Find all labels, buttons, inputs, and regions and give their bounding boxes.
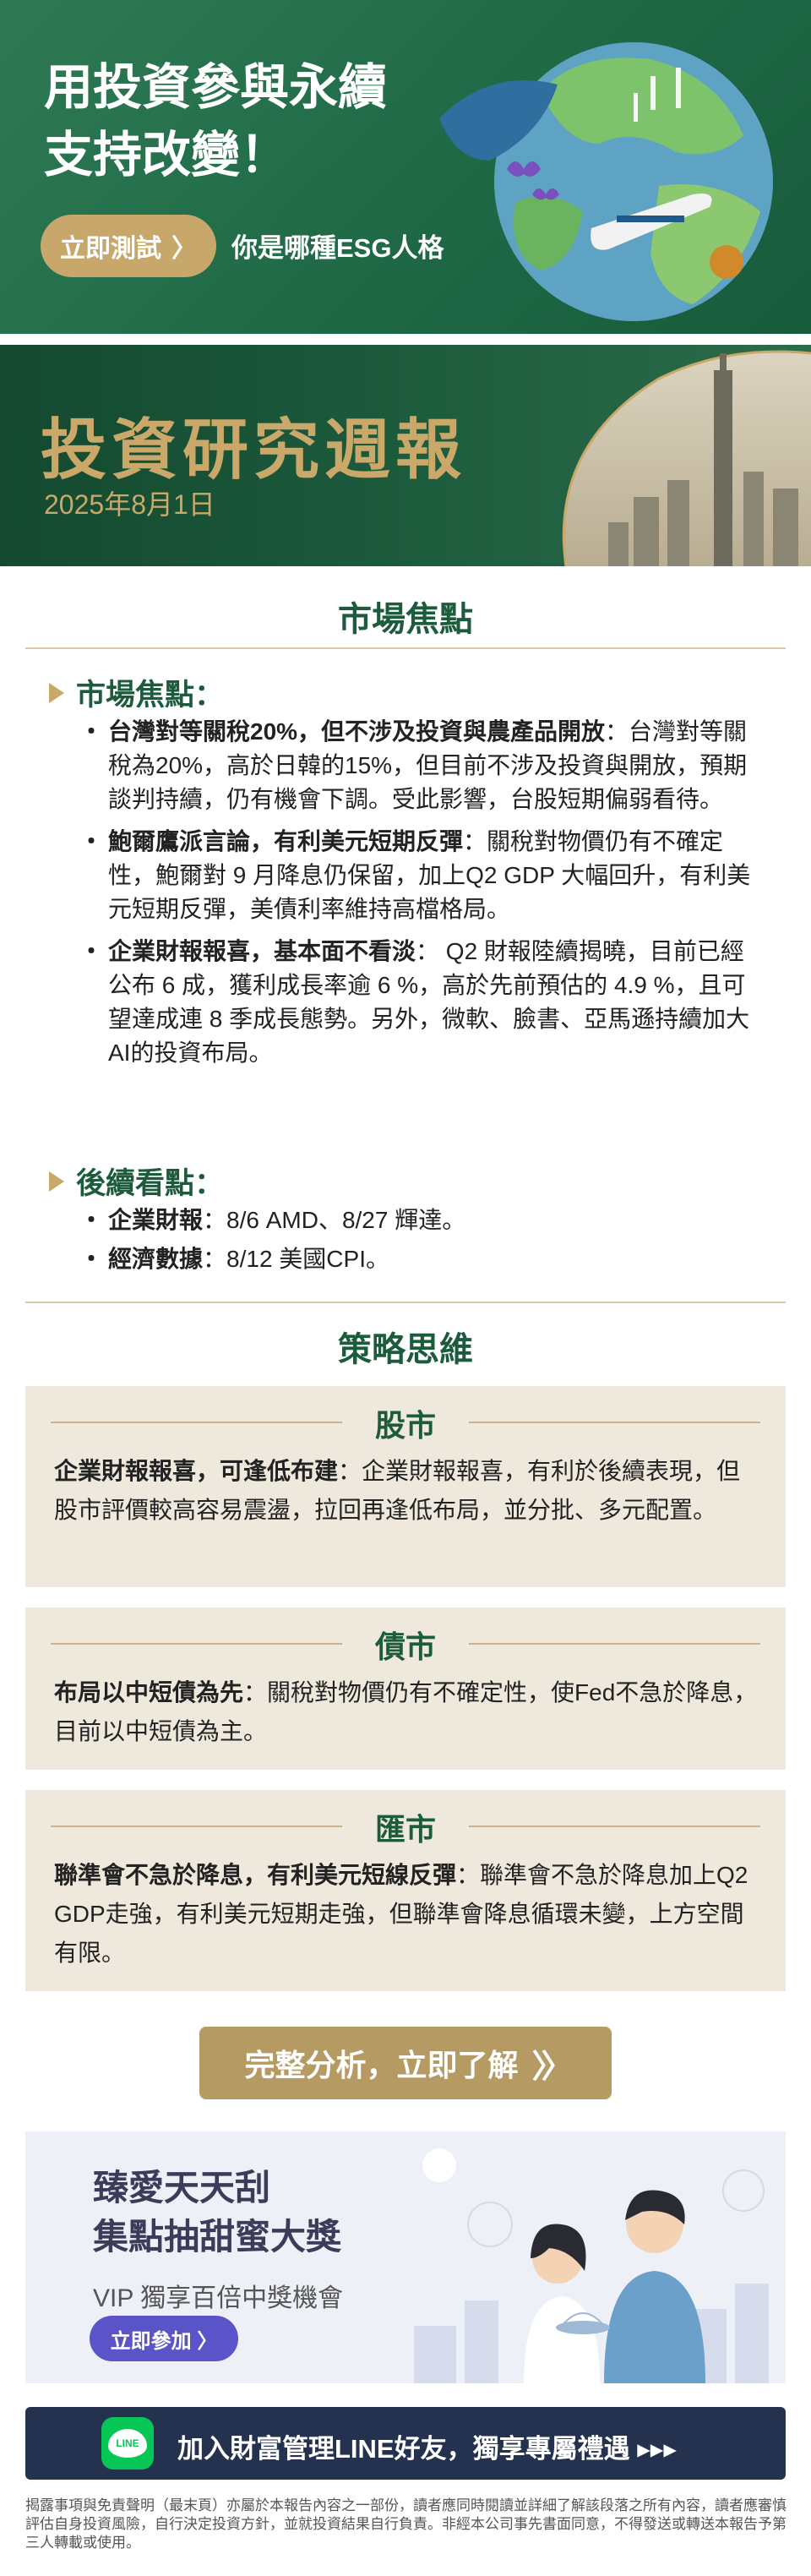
promo-subtitle: VIP 獨享百倍中獎機會 [93,2284,344,2312]
strategy-box-bold: 聯準會不急於降息，有利美元短線反彈 [54,1862,457,1888]
esg-test-button[interactable]: 立即測試 〉 [41,215,216,277]
strategy-box-title: 股市 [25,1401,786,1445]
market-focus-heading: 市場焦點 [338,601,473,638]
taipei-skyline-image [562,350,811,566]
report-title: 投資研究週報 [41,412,467,487]
list-item: 企業財報：8/6 AMD、8/27 輝達。 [79,1203,760,1237]
strategy-heading: 策略思維 [338,1331,473,1368]
esg-banner[interactable]: 用投資參與永續 支持改變！ 立即測試 〉 你是哪種ESG人格 [0,0,811,334]
followup-list: 企業財報：8/6 AMD、8/27 輝達。 經濟數據：8/12 美國CPI。 [79,1203,760,1285]
list-item-bold: 企業財報 [108,1207,204,1233]
full-analysis-button[interactable]: 完整分析，立即了解 〉〉 [199,2027,612,2099]
promo-title-line1: 臻愛天天刮 [93,2168,271,2208]
promo-title: 臻愛天天刮 集點抽甜蜜大獎 [93,2164,341,2262]
strategy-box-title: 債市 [25,1623,786,1667]
strategy-box-bold: 布局以中短債為先 [54,1679,244,1706]
double-chevron-right-icon: 〉〉 [531,2049,574,2085]
divider [25,1302,786,1303]
divider [25,647,786,649]
line-app-icon: LINE [101,2417,154,2470]
strategy-box-text: 聯準會不急於降息，有利美元短線反彈：聯準會不急於降息加上Q2 GDP走強，有利美… [54,1856,764,1973]
promo-title-line2: 集點抽甜蜜大獎 [93,2217,342,2257]
list-item-bold: 台灣對等關稅20%，但不涉及投資與農產品開放 [108,718,606,745]
list-item-bold: 經濟數據 [108,1246,204,1272]
report-header: 投資研究週報 2025年8月1日 [0,345,811,566]
tiger-shape [710,245,743,279]
couple-illustration [414,2148,769,2383]
strategy-box-text: 企業財報報喜，可逢低布建：企業財報報喜，有利於後續表現，但股市評價較高容易震盪，… [54,1452,764,1530]
focus-list: 台灣對等關稅20%，但不涉及投資與農產品開放：台灣對等關稅為20%，高於日韓的1… [79,715,760,1078]
list-item-bold: 鮑爾鷹派言論，有利美元短期反彈 [108,828,464,854]
focus-subheading: 市場焦點： [49,671,224,714]
list-item: 經濟數據：8/12 美國CPI。 [79,1242,760,1276]
followup-subheading-label: 後續看點： [76,1167,225,1200]
full-analysis-button-label: 完整分析，立即了解 [244,2048,519,2082]
strategy-box-stock: 股市 企業財報報喜，可逢低布建：企業財報報喜，有利於後續表現，但股市評價較高容易… [25,1386,786,1587]
triangle-bullet-icon [49,1171,64,1192]
earth-illustration [439,42,773,321]
line-icon-label: LINE [108,2429,147,2458]
esg-banner-title: 用投資參與永續 支持改變！ [44,54,387,189]
list-item: 台灣對等關稅20%，但不涉及投資與農產品開放：台灣對等關稅為20%，高於日韓的1… [79,715,760,816]
promo-banner[interactable]: 臻愛天天刮 集點抽甜蜜大獎 VIP 獨享百倍中獎機會 立即參加 〉 [25,2131,786,2383]
list-item: 企業財報報喜，基本面不看淡： Q2 財報陸續揭曉，目前已經公布 6 成，獲利成長… [79,935,760,1070]
list-item: 鮑爾鷹派言論，有利美元短期反彈：關稅對物價仍有不確定性，鮑爾對 9 月降息仍保留… [79,825,760,926]
disclaimer-text: 揭露事項與免責聲明（最末頁）亦屬於本報告內容之一部份，讀者應同時閱讀並詳細了解該… [25,2497,787,2551]
esg-title-line1: 用投資參與永續 [44,60,388,115]
list-item-text: ：8/12 美國CPI。 [203,1246,389,1272]
list-item-bold: 企業財報報喜，基本面不看淡 [108,938,416,964]
strategy-box-text: 布局以中短債為先：關稅對物價仍有不確定性，使Fed不急於降息，目前以中短債為主。 [54,1673,764,1751]
strategy-box-bond: 債市 布局以中短債為先：關稅對物價仍有不確定性，使Fed不急於降息，目前以中短債… [25,1607,786,1770]
promo-join-button[interactable]: 立即參加 〉 [90,2316,238,2361]
esg-test-button-label: 立即測試 [60,235,161,263]
line-add-friend-bar[interactable]: LINE 加入財富管理LINE好友，獨享專屬禮遇 ▸▸▸ [25,2407,786,2480]
line-bar-label: 加入財富管理LINE好友，獨享專屬禮遇 ▸▸▸ [177,2434,677,2464]
strategy-box-bold: 企業財報報喜，可逢低布建 [54,1458,339,1484]
strategy-box-fx: 匯市 聯準會不急於降息，有利美元短線反彈：聯準會不急於降息加上Q2 GDP走強，… [25,1790,786,1991]
esg-banner-subtitle: 你是哪種ESG人格 [231,233,444,263]
list-item-text: ：8/6 AMD、8/27 輝達。 [203,1207,466,1233]
esg-title-line2: 支持改變！ [44,128,290,183]
chevron-right-icon: 〉 [171,235,197,263]
focus-subheading-label: 市場焦點： [76,679,225,712]
followup-subheading: 後續看點： [49,1160,224,1203]
triangle-bullet-icon [49,682,64,703]
report-date: 2025年8月1日 [44,489,215,520]
strategy-box-title: 匯市 [25,1805,786,1849]
